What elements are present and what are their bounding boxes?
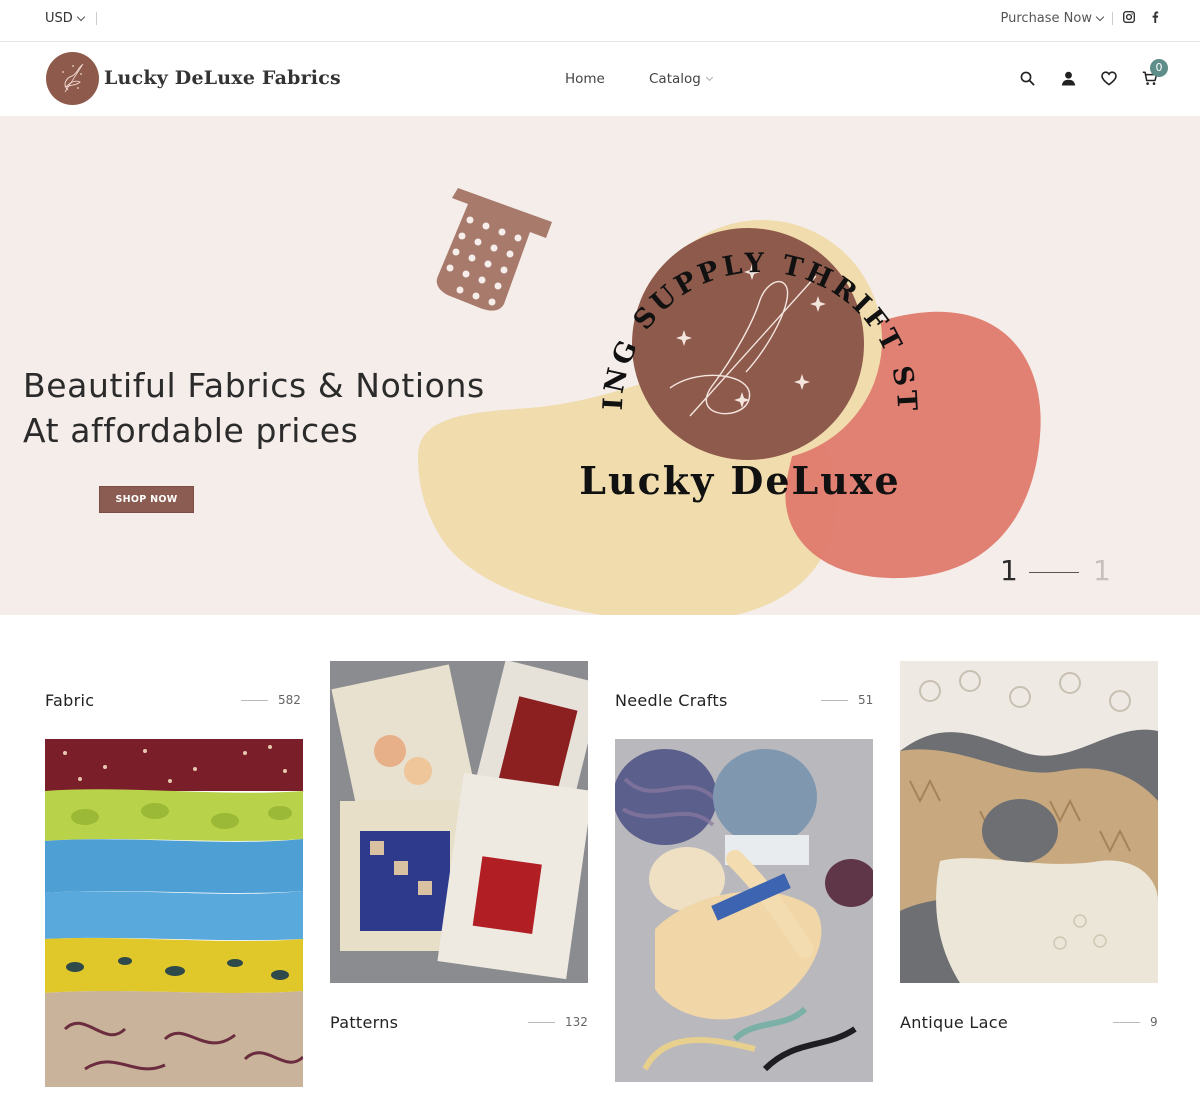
- currency-label: USD: [45, 11, 73, 26]
- category-patterns-count: 132: [528, 1015, 588, 1029]
- chevron-down-icon: [76, 12, 86, 22]
- nav-catalog[interactable]: Catalog: [649, 71, 713, 87]
- nav-home-label: Home: [565, 71, 605, 87]
- thimble-graphic: [436, 188, 552, 311]
- slide-progress-line: [1029, 572, 1079, 573]
- divider: [528, 1021, 555, 1023]
- chevron-down-icon: [705, 73, 713, 82]
- facebook-icon[interactable]: [1148, 9, 1162, 25]
- brand-name[interactable]: Lucky DeLuxe Fabrics: [104, 67, 341, 89]
- category-patterns-label[interactable]: Patterns: [330, 1013, 398, 1032]
- count-value: 582: [278, 693, 301, 707]
- hero-banner: SEWING SUPPLY THRIFT STORE Lucky DeLuxe …: [0, 116, 1200, 615]
- divider: [1112, 12, 1113, 25]
- divider: [96, 12, 97, 25]
- slide-current[interactable]: 1: [1000, 554, 1018, 587]
- purchase-now-label: Purchase Now: [1000, 11, 1092, 26]
- hero-title-line1: Beautiful Fabrics & Notions: [23, 366, 485, 405]
- category-needle-crafts-image[interactable]: [615, 739, 873, 1082]
- category-patterns-image[interactable]: [330, 661, 588, 983]
- category-antique-lace-count: 9: [1113, 1015, 1158, 1029]
- wishlist-icon[interactable]: [1099, 67, 1119, 89]
- divider: [241, 699, 268, 701]
- hero-title-line2: At affordable prices: [23, 411, 359, 450]
- purchase-now-menu[interactable]: Purchase Now: [1000, 11, 1105, 26]
- category-antique-lace-image[interactable]: [900, 661, 1158, 983]
- divider: [1113, 1021, 1140, 1023]
- nav-catalog-label: Catalog: [649, 71, 701, 87]
- divider: [821, 699, 848, 701]
- instagram-icon[interactable]: [1122, 9, 1136, 25]
- category-needle-crafts-count: 51: [821, 693, 873, 707]
- top-bar: USD Purchase Now: [0, 0, 1200, 42]
- category-fabric-image[interactable]: [45, 739, 303, 1087]
- cart-count-badge: 0: [1150, 59, 1168, 77]
- chevron-down-icon: [1095, 12, 1105, 22]
- count-value: 132: [565, 1015, 588, 1029]
- currency-selector[interactable]: USD: [45, 11, 86, 26]
- count-value: 9: [1150, 1015, 1158, 1029]
- category-fabric-count: 582: [241, 693, 301, 707]
- count-value: 51: [858, 693, 874, 707]
- slide-total[interactable]: 1: [1093, 554, 1111, 587]
- category-antique-lace-label[interactable]: Antique Lace: [900, 1013, 1008, 1032]
- brand-logo[interactable]: [46, 52, 99, 105]
- logo-name: Lucky DeLuxe: [579, 458, 900, 503]
- shop-now-button[interactable]: SHOP NOW: [99, 486, 194, 513]
- category-needle-crafts-label[interactable]: Needle Crafts: [615, 691, 728, 710]
- site-header: Lucky DeLuxe Fabrics Home Catalog 0: [0, 43, 1200, 116]
- account-icon[interactable]: [1058, 67, 1078, 89]
- nav-home[interactable]: Home: [565, 71, 605, 87]
- search-icon[interactable]: [1017, 67, 1037, 89]
- category-fabric-label[interactable]: Fabric: [45, 691, 94, 710]
